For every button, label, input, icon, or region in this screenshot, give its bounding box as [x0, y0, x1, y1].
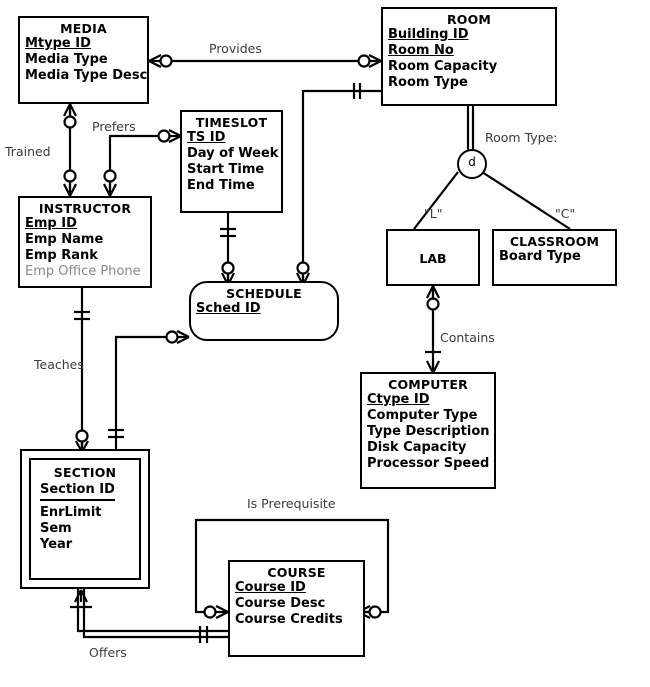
entity-computer-attributes: Ctype ID Computer Type Type Description … — [362, 392, 494, 472]
attr-room-capacity: Room Capacity — [388, 59, 498, 74]
crowsfoot-provides-room — [368, 54, 382, 68]
circle-trained-instructor — [63, 169, 77, 183]
attr-sched-id: Sched ID — [196, 301, 261, 316]
entity-instructor-attributes: Emp ID Emp Name Emp Rank Emp Office Phon… — [20, 216, 150, 280]
label-teaches: Teaches — [34, 357, 84, 372]
specialization-symbol: d — [468, 155, 476, 169]
line-prefers — [108, 134, 170, 196]
attr-ctype-id: Ctype ID — [367, 392, 430, 407]
label-subtype-condition-lab: "L" — [424, 206, 443, 221]
line-room-schedule — [301, 89, 381, 281]
circle-provides-media — [159, 54, 173, 68]
attr-processor-speed: Processor Speed — [367, 456, 490, 471]
entity-timeslot[interactable]: TIMESLOT TS ID Day of Week Start Time En… — [180, 110, 283, 213]
attr-media-type-desc: Media Type Desc — [25, 68, 148, 83]
entity-section-title: SECTION — [53, 465, 117, 480]
attr-computer-type: Computer Type — [367, 408, 478, 423]
attr-type-description: Type Description — [367, 424, 490, 439]
attr-disk-capacity: Disk Capacity — [367, 440, 467, 455]
circle-provides-room — [357, 54, 371, 68]
entity-computer-title: COMPUTER — [388, 377, 468, 392]
attr-year: Year — [40, 537, 73, 552]
attr-enrlimit: EnrLimit — [40, 505, 102, 520]
entity-media-title: MEDIA — [60, 21, 107, 36]
attr-mtype-id: Mtype ID — [25, 36, 91, 51]
crowsfoot-prefers-instructor — [103, 183, 117, 197]
circle-prefers-timeslot — [157, 129, 171, 143]
attr-media-type: Media Type — [25, 52, 108, 67]
entity-instructor-title: INSTRUCTOR — [38, 201, 132, 216]
entity-timeslot-attributes: TS ID Day of Week Start Time End Time — [182, 130, 281, 194]
entity-room-attributes: Building ID Room No Room Capacity Room T… — [383, 27, 555, 91]
label-is-prerequisite: Is Prerequisite — [247, 496, 336, 511]
entity-course[interactable]: COURSE Course ID Course Desc Course Cred… — [228, 560, 365, 657]
attr-section-id-wrap: Section ID — [40, 480, 135, 501]
entity-course-attributes: Course ID Course Desc Course Credits — [230, 580, 363, 628]
entity-section-inner-border: SECTION Section ID EnrLimit Sem Year — [29, 458, 141, 580]
entity-course-title: COURSE — [267, 565, 326, 580]
circle-teaches-section — [75, 429, 89, 443]
label-trained: Trained — [5, 144, 51, 159]
entity-classroom-attributes: Board Type — [494, 249, 615, 265]
crowsfoot-offers-section — [74, 589, 88, 603]
line-section-schedule — [114, 335, 178, 449]
attr-sem: Sem — [40, 521, 72, 536]
crowsfoot-trained-instructor — [63, 183, 77, 197]
entity-media-attributes: Mtype ID Media Type Media Type Desc — [20, 36, 147, 84]
attr-end-time: End Time — [187, 178, 255, 193]
bar-offers-course — [198, 626, 209, 643]
label-room-type-discriminator: Room Type: — [485, 130, 558, 145]
entity-schedule-attributes: Sched ID — [191, 301, 337, 317]
attr-emp-rank: Emp Rank — [25, 248, 98, 263]
entity-schedule-title: SCHEDULE — [226, 286, 302, 301]
entity-media[interactable]: MEDIA Mtype ID Media Type Media Type Des… — [18, 16, 149, 104]
crowsfoot-trained-media — [63, 103, 77, 117]
circle-contains-lab — [426, 297, 440, 311]
entity-lab-title: LAB — [419, 251, 447, 266]
entity-room-title: ROOM — [446, 12, 492, 27]
specialization-disjoint-circle: d — [457, 149, 487, 179]
label-prefers: Prefers — [92, 119, 136, 134]
entity-instructor[interactable]: INSTRUCTOR Emp ID Emp Name Emp Rank Emp … — [18, 196, 152, 288]
crowsfoot-prereq-left — [215, 605, 229, 619]
entity-lab[interactable]: LAB — [386, 229, 480, 286]
attr-ts-id: TS ID — [187, 130, 226, 145]
attr-emp-name: Emp Name — [25, 232, 104, 247]
label-provides: Provides — [209, 41, 262, 56]
attr-course-id: Course ID — [235, 580, 306, 595]
er-diagram-canvas: MEDIA Mtype ID Media Type Media Type Des… — [0, 0, 650, 687]
entity-section[interactable]: SECTION Section ID EnrLimit Sem Year — [20, 449, 150, 589]
circle-room-schedule — [296, 261, 310, 275]
attr-building-id: Building ID — [388, 27, 469, 42]
attr-emp-id: Emp ID — [25, 216, 77, 231]
circle-prereq-right — [368, 605, 382, 619]
circle-section-schedule — [165, 330, 179, 344]
crowsfoot-contains-lab — [426, 285, 440, 299]
circle-prefers-instructor — [103, 169, 117, 183]
attr-course-credits: Course Credits — [235, 612, 343, 627]
label-subtype-condition-classroom: "C" — [555, 206, 576, 221]
attr-room-type: Room Type — [388, 75, 468, 90]
circle-timeslot-schedule — [221, 261, 235, 275]
entity-classroom-title: CLASSROOM — [509, 234, 600, 249]
entity-classroom[interactable]: CLASSROOM Board Type — [492, 229, 617, 286]
entity-schedule[interactable]: SCHEDULE Sched ID — [189, 281, 339, 341]
attr-start-time: Start Time — [187, 162, 265, 177]
entity-computer[interactable]: COMPUTER Ctype ID Computer Type Type Des… — [360, 372, 496, 489]
attr-emp-office-phone: Emp Office Phone — [25, 264, 141, 279]
attr-day-of-week: Day of Week — [187, 146, 279, 161]
label-offers: Offers — [89, 645, 127, 660]
entity-room[interactable]: ROOM Building ID Room No Room Capacity R… — [381, 7, 557, 106]
circle-trained-media — [63, 115, 77, 129]
circle-prereq-left — [203, 605, 217, 619]
attr-section-id: Section ID — [40, 482, 115, 501]
entity-section-attributes: Section ID EnrLimit Sem Year — [35, 480, 135, 553]
crowsfoot-section-schedule — [176, 330, 190, 344]
attr-board-type: Board Type — [499, 249, 581, 264]
attr-room-no: Room No — [388, 43, 454, 58]
entity-timeslot-title: TIMESLOT — [195, 115, 268, 130]
attr-course-desc: Course Desc — [235, 596, 326, 611]
crowsfoot-provides-media — [148, 54, 162, 68]
label-contains: Contains — [440, 330, 495, 345]
